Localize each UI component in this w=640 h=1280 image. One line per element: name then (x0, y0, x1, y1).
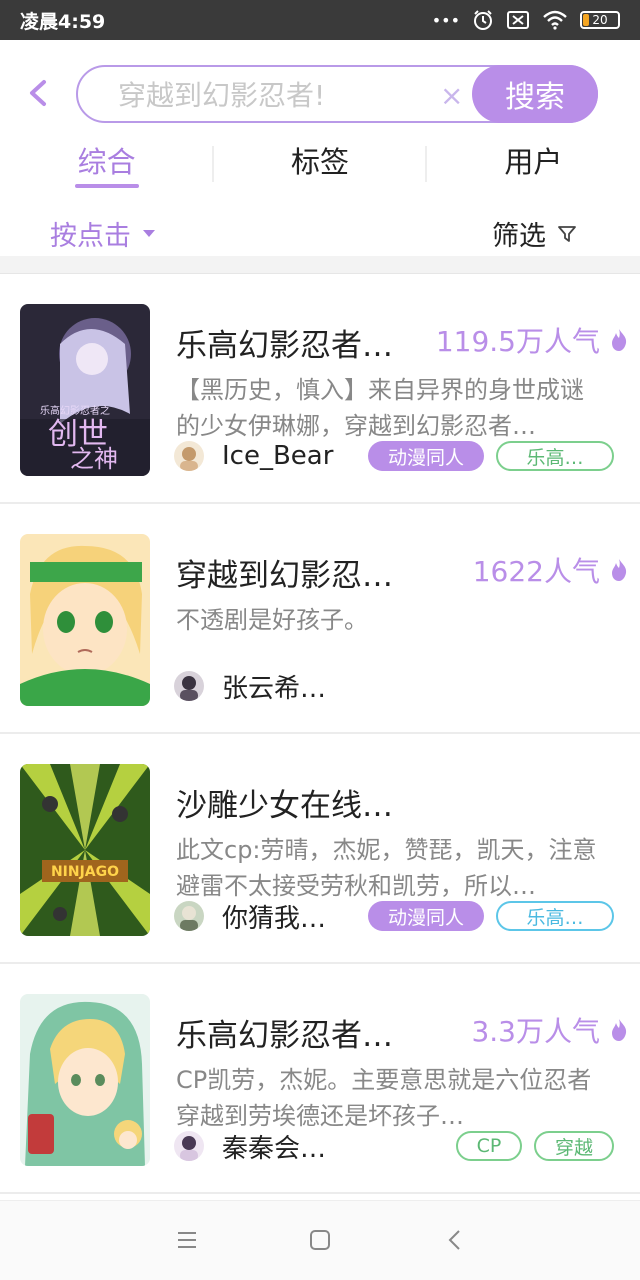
more-dots-icon: ••• (431, 10, 460, 30)
tag-badge[interactable]: 穿越 (534, 1131, 614, 1161)
author-name[interactable]: 你猜我… (222, 898, 326, 935)
popularity-count: 3.3万人气 (471, 1015, 600, 1048)
cover-image: 乐高幻影忍者之 创世 之神 (20, 304, 150, 476)
popularity-count: 1622人气 (472, 555, 600, 588)
cover-image (20, 994, 150, 1166)
tag-badge[interactable]: 乐高… (496, 901, 614, 931)
svg-text:之神: 之神 (70, 445, 118, 473)
tag-badge[interactable]: CP (456, 1131, 522, 1161)
popularity: 119.5万人气 (436, 320, 628, 360)
story-title: 穿越到幻影忍… (176, 558, 393, 594)
home-icon[interactable] (309, 1229, 331, 1251)
tag-badge[interactable]: 乐高… (496, 441, 614, 471)
sort-label: 按点击 (50, 221, 131, 252)
status-bar: 凌晨4:59 ••• 20 (0, 0, 640, 40)
list-item[interactable]: 穿越到幻影忍… 1622人气 不透剧是好孩子。 张云希… (0, 504, 640, 734)
tab-tags[interactable]: 标签 (213, 140, 426, 190)
tag-badge[interactable]: 动漫同人 (368, 441, 484, 471)
filter-label: 筛选 (492, 221, 546, 252)
author-row: 秦秦会… CP 穿越 (174, 1128, 614, 1164)
battery-icon: 20 (580, 11, 620, 29)
result-tabs: 综合 标签 用户 (0, 140, 640, 190)
search-bar: × 搜索 (0, 62, 640, 124)
avatar (174, 1131, 204, 1161)
result-list: 乐高幻影忍者之 创世 之神 乐高幻影忍者… 119.5万人气 【黑历史，慎入】来… (0, 274, 640, 1194)
author-name[interactable]: 张云希… (222, 668, 326, 705)
avatar (174, 671, 204, 701)
filter-button[interactable]: 筛选 (492, 214, 576, 253)
svg-text:NINJAGO: NINJAGO (51, 864, 119, 880)
filter-row: 按点击 筛选 (0, 210, 640, 256)
cover-image (20, 534, 150, 706)
tab-users[interactable]: 用户 (427, 140, 640, 190)
back-icon[interactable] (444, 1229, 466, 1251)
back-arrow-icon[interactable] (24, 76, 54, 110)
popularity: 3.3万人气 (471, 1010, 628, 1050)
story-description: 【黑历史，慎入】来自异界的身世成谜的少女伊琳娜，穿越到幻影忍者… (176, 376, 584, 440)
search-button[interactable]: 搜索 (472, 65, 598, 123)
popularity: 1622人气 (473, 550, 628, 590)
author-name[interactable]: Ice_Bear (222, 441, 333, 471)
author-row: Ice_Bear 动漫同人 乐高… (174, 438, 614, 474)
story-title: 乐高幻影忍者… (176, 328, 393, 364)
wifi-icon (543, 10, 567, 30)
clear-icon[interactable]: × (440, 79, 463, 112)
author-name[interactable]: 秦秦会… (222, 1128, 326, 1165)
author-row: 你猜我… 动漫同人 乐高… (174, 898, 614, 934)
list-item[interactable]: 乐高幻影忍者之 创世 之神 乐高幻影忍者… 119.5万人气 【黑历史，慎入】来… (0, 274, 640, 504)
flame-icon (612, 329, 627, 351)
story-title: 乐高幻影忍者… (176, 1018, 393, 1054)
search-input[interactable] (118, 77, 438, 113)
avatar (174, 441, 204, 471)
story-description: 此文cp:劳晴，杰妮，赞琵，凯天，注意避雷不太接受劳秋和凯劳，所以… (176, 836, 597, 900)
story-description: 不透剧是好孩子。 (176, 606, 368, 634)
status-time: 凌晨4:59 (20, 10, 106, 33)
list-item[interactable]: 乐高幻影忍者… 3.3万人气 ￼CP￼￼凯劳，杰妮。主要意思就是六位忍者穿越到劳… (0, 964, 640, 1194)
author-row: 张云希… (174, 668, 614, 704)
filter-funnel-icon (558, 225, 576, 242)
story-title: 沙雕少女在线… (176, 788, 393, 824)
system-nav-bar (0, 1200, 640, 1280)
caret-down-icon (143, 230, 155, 237)
search-field: × 搜索 (76, 65, 598, 123)
battery-level: 20 (592, 13, 608, 27)
popularity-count: 119.5万人气 (435, 325, 600, 358)
sim-off-icon (507, 11, 529, 29)
tab-all[interactable]: 综合 (0, 140, 213, 190)
avatar (174, 901, 204, 931)
menu-icon[interactable] (176, 1229, 198, 1251)
section-divider (0, 256, 640, 274)
flame-icon (612, 559, 627, 581)
list-item[interactable]: NINJAGO 沙雕少女在线… 此文cp:劳晴，杰妮，赞琵，凯天，注意避雷不太接… (0, 734, 640, 964)
tab-divider (212, 146, 214, 182)
alarm-icon (474, 10, 492, 30)
flame-icon (612, 1019, 627, 1041)
story-description: ￼CP￼￼凯劳，杰妮。主要意思就是六位忍者穿越到劳埃德还是坏孩子… (176, 1066, 592, 1130)
svg-text:乐高幻影忍者之: 乐高幻影忍者之 (40, 404, 110, 417)
tag-badge[interactable]: 动漫同人 (368, 901, 484, 931)
cover-image: NINJAGO (20, 764, 150, 936)
sort-dropdown[interactable]: 按点击 (50, 214, 155, 253)
tab-divider (425, 146, 427, 182)
